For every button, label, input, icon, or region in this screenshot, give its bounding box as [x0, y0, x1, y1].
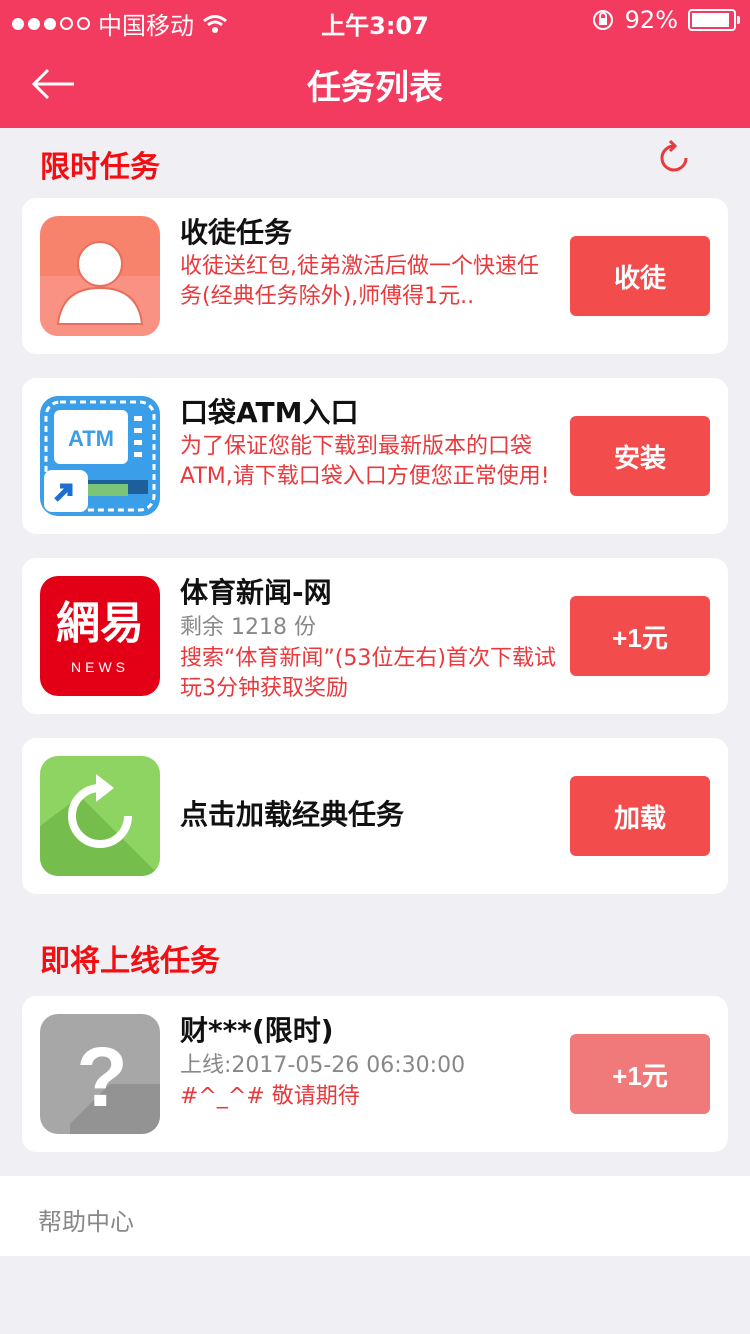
section-title: 限时任务: [40, 150, 160, 185]
refresh-icon[interactable]: [656, 140, 692, 176]
page-title: 任务列表: [307, 68, 443, 108]
reward-button[interactable]: +1元: [570, 596, 710, 676]
item-desc: 搜索“体育新闻”(53位左右)首次下载试玩3分钟获取奖励: [180, 646, 556, 701]
section-title: 即将上线任务: [40, 944, 220, 979]
top-bar: 中国移动 上午3:07 92% 任务列表: [0, 0, 750, 128]
nav-bar: 任务列表: [0, 40, 750, 128]
item-desc: 为了保证您能下载到最新版本的口袋ATM,请下载口袋入口方便您正常使用!: [180, 434, 550, 489]
list-item: 網易 NEWS 体育新闻-网 剩余 1218 份 搜索“体育新闻”(53位左右)…: [22, 558, 728, 714]
section-upcoming-tasks: 即将上线任务: [0, 918, 750, 996]
orientation-lock-icon: [592, 10, 613, 30]
question-mark-icon: ?: [40, 1014, 160, 1134]
netease-news-icon: 網易 NEWS: [40, 576, 160, 696]
reward-button[interactable]: +1元: [570, 1034, 710, 1114]
section-limited-tasks: 限时任务: [0, 128, 750, 198]
atm-app-icon: ATM: [40, 396, 160, 516]
item-launch-time: 上线:2017-05-26 06:30:00: [180, 1053, 466, 1078]
help-center[interactable]: 帮助中心: [0, 1176, 750, 1256]
list-item: ? 财***(限时) 上线:2017-05-26 06:30:00 #^_^# …: [22, 996, 728, 1152]
user-avatar-icon: [40, 216, 160, 336]
help-center-label: 帮助中心: [38, 1208, 134, 1236]
list-item: ATM 口袋ATM入口 为了保证您能下载到最新版本的口袋ATM,请下载口袋入口方…: [22, 378, 728, 534]
item-name: 财***(限时): [180, 1014, 334, 1047]
load-button[interactable]: 加载: [570, 776, 710, 856]
reload-icon: [40, 756, 160, 876]
item-desc: 收徒送红包,徒弟激活后做一个快速任务(经典任务除外),师傅得1元..: [180, 254, 539, 309]
battery-percent: 92%: [624, 6, 678, 34]
item-name: 点击加载经典任务: [180, 798, 405, 831]
svg-text:ATM: ATM: [68, 426, 114, 451]
list-item: 收徒任务 收徒送红包,徒弟激活后做一个快速任务(经典任务除外),师傅得1元.. …: [22, 198, 728, 354]
svg-text:網易: 網易: [56, 598, 144, 649]
item-desc: #^_^# 敬请期待: [180, 1084, 360, 1109]
svg-text:NEWS: NEWS: [71, 659, 129, 675]
item-remaining: 剩余 1218 份: [180, 615, 316, 640]
status-bar: 中国移动 上午3:07 92%: [0, 0, 750, 40]
battery-icon: [688, 9, 740, 31]
list-item: 点击加载经典任务 加载: [22, 738, 728, 894]
install-button[interactable]: 安装: [570, 416, 710, 496]
svg-text:?: ?: [76, 1030, 127, 1124]
item-name: 体育新闻-网: [180, 576, 332, 609]
item-name: 收徒任务: [180, 216, 293, 249]
item-name: 口袋ATM入口: [180, 396, 359, 429]
recruit-button[interactable]: 收徒: [570, 236, 710, 316]
